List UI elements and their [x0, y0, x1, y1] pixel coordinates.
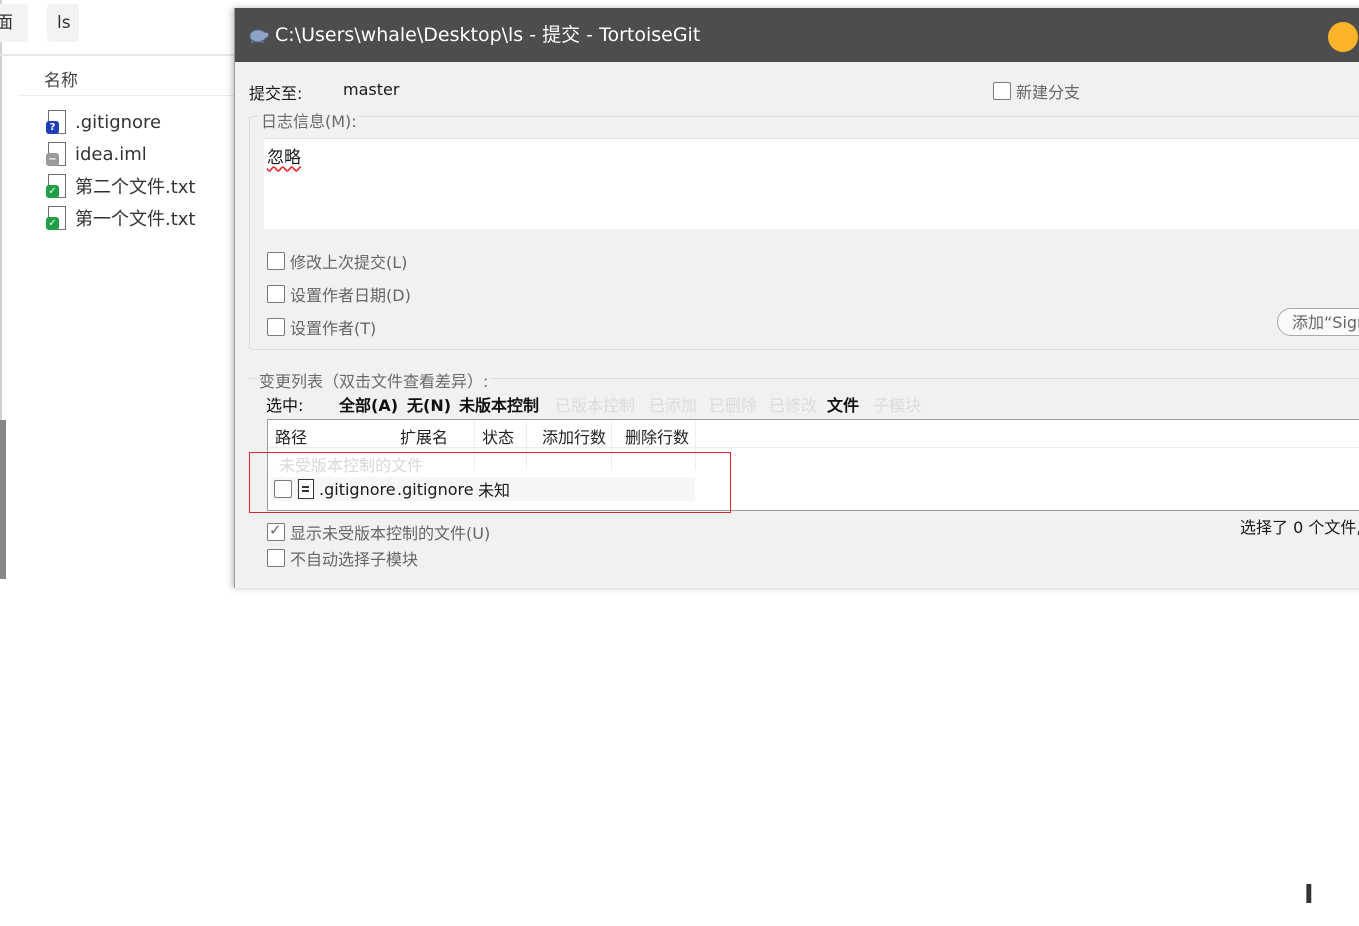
file-name: .gitignore — [75, 111, 162, 133]
checkbox-label: 显示未受版本控制的文件(U) — [290, 524, 491, 543]
file-item[interactable]: − idea.iml — [46, 139, 147, 169]
column-header-deleted-lines[interactable]: 删除行数 — [625, 424, 689, 448]
filter-deleted[interactable]: 已删除 — [709, 392, 757, 416]
explorer-tab-ls[interactable]: ls — [47, 4, 79, 42]
header-divider — [268, 447, 1359, 448]
checkbox-label: 设置作者日期(D) — [290, 286, 411, 305]
file-item[interactable]: ✓ 第一个文件.txt — [46, 203, 196, 233]
highlight-box — [249, 452, 731, 513]
checkbox-box[interactable] — [267, 318, 285, 336]
column-header-name[interactable]: 名称 — [44, 66, 78, 91]
check-badge-icon: ✓ — [46, 206, 66, 230]
explorer-tab[interactable]: 面 — [0, 4, 28, 42]
filter-unversioned[interactable]: 未版本控制 — [459, 392, 539, 416]
checkbox-box[interactable] — [267, 285, 285, 303]
selection-status: 选择了 0 个文件, — [1240, 518, 1359, 537]
branch-name: master — [343, 80, 400, 99]
select-label: 选中: — [266, 396, 304, 415]
log-message-input[interactable]: 忽略 — [264, 138, 1359, 229]
header-divider — [18, 95, 240, 96]
file-name: 第二个文件.txt — [75, 177, 196, 198]
filter-none[interactable]: 无(N) — [407, 392, 451, 416]
set-author-checkbox[interactable]: 设置作者(T) — [267, 315, 376, 339]
checkbox-label: 设置作者(T) — [290, 319, 377, 338]
log-message-text: 忽略 — [267, 148, 301, 168]
text-cursor-icon: I — [1304, 880, 1314, 910]
filter-submodules[interactable]: 子模块 — [873, 392, 921, 416]
show-unversioned-checkbox[interactable]: 显示未受版本控制的文件(U) — [267, 520, 490, 544]
checkbox-label: 新建分支 — [1016, 83, 1081, 102]
changes-label: 变更列表（双击文件查看差异）: — [257, 368, 491, 392]
file-item[interactable]: ? .gitignore — [46, 107, 161, 137]
signed-off-by-button[interactable]: 添加“Signed-off-by” — [1277, 308, 1359, 336]
set-author-date-checkbox[interactable]: 设置作者日期(D) — [267, 282, 411, 306]
column-header-status[interactable]: 状态 — [482, 424, 514, 448]
question-badge-icon: ? — [46, 110, 66, 134]
toolbar-divider — [0, 54, 240, 56]
filter-files[interactable]: 文件 — [827, 392, 859, 416]
checkbox-label: 修改上次提交(L) — [290, 253, 408, 272]
tortoise-icon — [249, 29, 269, 43]
scrollbar[interactable] — [0, 420, 6, 579]
file-name: idea.iml — [75, 143, 147, 165]
window-title: C:\Users\whale\Desktop\ls - 提交 - Tortois… — [275, 24, 701, 46]
minimize-button[interactable] — [1328, 22, 1358, 52]
checkbox-box[interactable] — [267, 521, 285, 541]
filter-all[interactable]: 全部(A) — [339, 392, 398, 416]
column-header-extension[interactable]: 扩展名 — [400, 424, 448, 448]
column-header-path[interactable]: 路径 — [275, 424, 307, 448]
file-item[interactable]: ✓ 第二个文件.txt — [46, 171, 196, 201]
checkbox-box[interactable] — [267, 549, 285, 567]
new-branch-checkbox[interactable]: 新建分支 — [993, 79, 1080, 103]
check-badge-icon: ✓ — [46, 174, 66, 198]
title-bar[interactable]: C:\Users\whale\Desktop\ls - 提交 - Tortois… — [235, 8, 1359, 62]
filter-versioned[interactable]: 已版本控制 — [555, 392, 635, 416]
checkbox-box[interactable] — [267, 252, 285, 270]
filter-added[interactable]: 已添加 — [649, 392, 697, 416]
file-name: 第一个文件.txt — [75, 209, 196, 230]
commit-dialog: C:\Users\whale\Desktop\ls - 提交 - Tortois… — [234, 8, 1359, 910]
ignored-badge-icon: − — [46, 142, 66, 166]
column-header-added-lines[interactable]: 添加行数 — [542, 424, 606, 448]
commit-to-label: 提交至: — [249, 84, 303, 103]
amend-checkbox[interactable]: 修改上次提交(L) — [267, 249, 407, 273]
no-auto-submodule-checkbox[interactable]: 不自动选择子模块 — [267, 546, 418, 570]
checkbox-label: 不自动选择子模块 — [290, 550, 419, 569]
filter-modified[interactable]: 已修改 — [769, 392, 817, 416]
log-message-label: 日志信息(M): — [259, 108, 359, 132]
checkbox-box[interactable] — [993, 82, 1011, 100]
